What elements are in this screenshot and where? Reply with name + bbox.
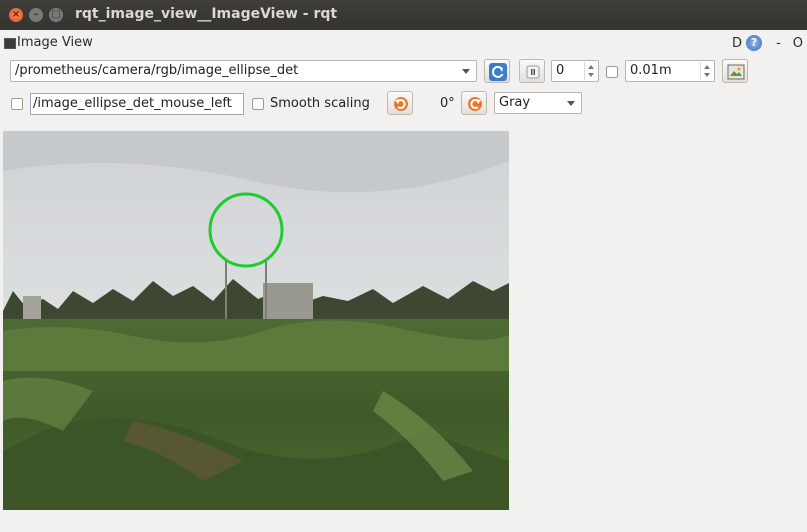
chevron-down-icon (462, 69, 470, 74)
topic-select[interactable]: /prometheus/camera/rgb/image_ellipse_det (10, 60, 477, 82)
color-scheme-select[interactable]: Gray (494, 92, 582, 114)
rate-spin-arrows[interactable] (700, 62, 713, 80)
rotate-left-button[interactable] (387, 91, 413, 115)
window-title: rqt_image_view__ImageView - rqt (75, 6, 338, 22)
building (263, 283, 313, 321)
save-image-button[interactable] (722, 59, 748, 83)
spin-arrows[interactable] (584, 62, 597, 80)
mouse-topic-value: /image_ellipse_det_mouse_left (33, 96, 232, 111)
help-icon[interactable]: ? (746, 35, 763, 51)
rotate-left-icon (394, 97, 408, 111)
rotate-right-icon (468, 97, 482, 111)
plugin-icon (4, 38, 16, 49)
spin-value: 0 (556, 63, 565, 78)
window-titlebar: × – □ rqt_image_view__ImageView - rqt (0, 0, 807, 30)
save-image-icon (727, 64, 745, 80)
smooth-scaling-checkbox[interactable] (252, 98, 264, 110)
mouse-topic-input[interactable]: /image_ellipse_det_mouse_left (30, 93, 244, 115)
refresh-topics-button[interactable] (484, 59, 510, 83)
minimize-window-button[interactable]: – (29, 8, 43, 22)
close-plugin-button[interactable]: O (793, 36, 803, 51)
rotate-right-button[interactable] (461, 91, 487, 115)
dock-button[interactable]: D (732, 36, 742, 51)
rate-input[interactable]: 0.01m (625, 60, 715, 82)
color-scheme-value: Gray (499, 95, 531, 110)
mouse-publish-checkbox[interactable] (11, 98, 23, 110)
smooth-scaling-label: Smooth scaling (270, 96, 370, 111)
rate-checkbox[interactable] (606, 66, 618, 78)
refresh-icon (489, 63, 507, 81)
pause-icon (526, 65, 540, 79)
camera-image[interactable] (3, 131, 509, 510)
spin-value-input[interactable]: 0 (551, 60, 599, 82)
plugin-header-controls: D ? - O (732, 33, 803, 53)
chevron-down-icon (567, 101, 575, 106)
topic-select-value: /prometheus/camera/rgb/image_ellipse_det (15, 63, 299, 78)
rotation-label: 0° (440, 96, 455, 111)
pause-button[interactable] (519, 59, 545, 83)
rate-value: 0.01m (630, 63, 672, 78)
close-window-button[interactable]: × (9, 8, 23, 22)
image-view[interactable] (3, 131, 509, 510)
plugin-title: Image View (17, 35, 93, 50)
maximize-window-button[interactable]: □ (49, 8, 63, 22)
minimize-plugin-button[interactable]: - (776, 36, 781, 51)
